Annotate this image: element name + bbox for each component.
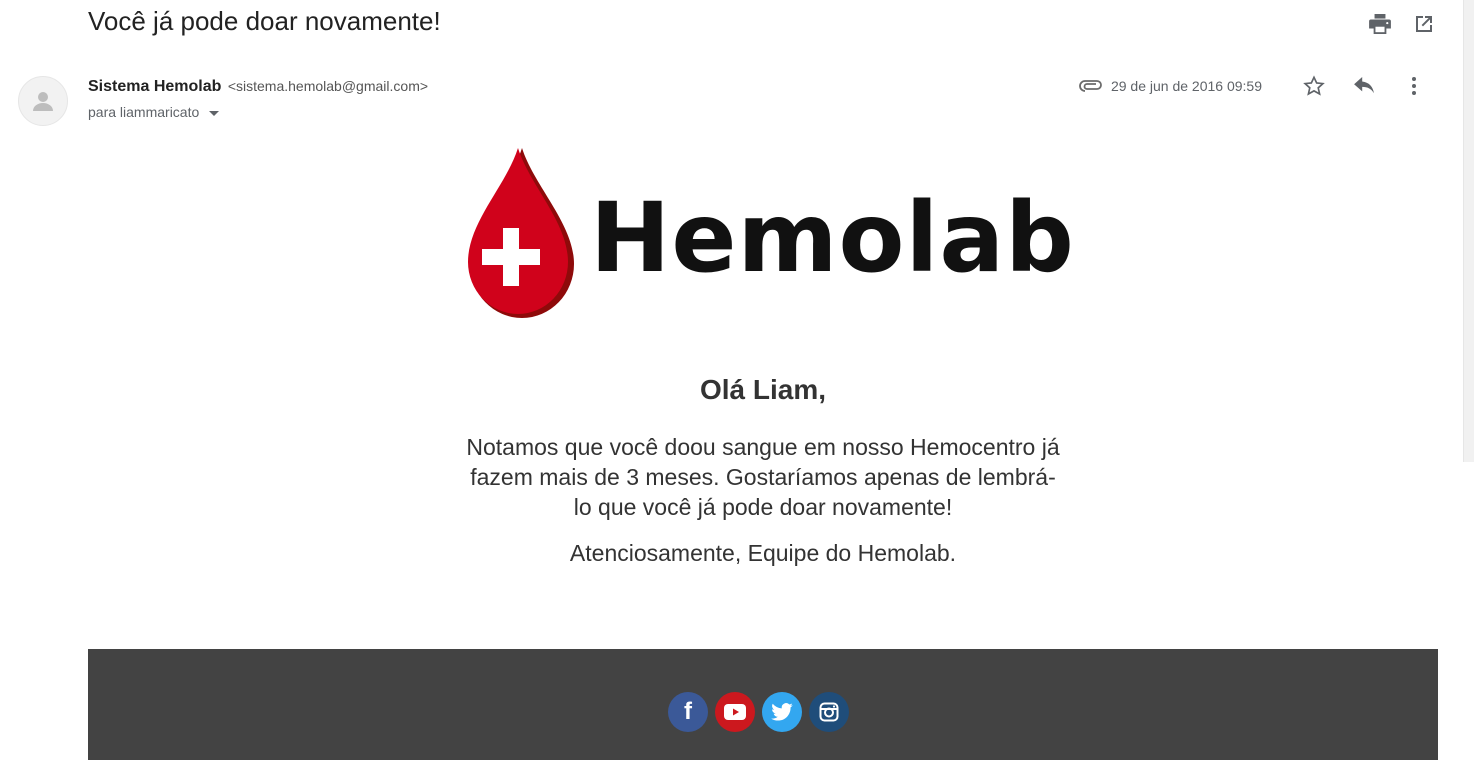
print-icon[interactable] <box>1368 12 1392 36</box>
instagram-glyph <box>819 702 839 722</box>
email-body: Olá Liam, Notamos que você doou sangue e… <box>462 374 1064 568</box>
youtube-icon[interactable] <box>715 692 755 732</box>
facebook-icon[interactable]: f <box>668 692 708 732</box>
message-text: Notamos que você doou sangue em nosso He… <box>466 434 1060 520</box>
facebook-glyph: f <box>684 698 692 725</box>
sender-info: Sistema Hemolab <sistema.hemolab@gmail.c… <box>88 78 428 96</box>
recipient-label: para liammaricato <box>88 104 200 120</box>
email-subject: Você já pode doar novamente! <box>88 6 441 36</box>
hemolab-logo: Hemolab <box>466 146 1074 322</box>
youtube-glyph <box>724 704 746 720</box>
scrollbar[interactable] <box>1463 0 1474 462</box>
message-meta: 29 de jun de 2016 09:59 <box>1079 74 1438 98</box>
instagram-icon[interactable] <box>809 692 849 732</box>
sender-name[interactable]: Sistema Hemolab <box>88 78 221 95</box>
more-options-icon[interactable] <box>1402 74 1426 98</box>
top-actions <box>1368 12 1436 36</box>
chevron-down-icon[interactable] <box>209 110 220 116</box>
person-icon <box>33 92 53 111</box>
message-date: 29 de jun de 2016 09:59 <box>1110 78 1262 94</box>
recipient-details[interactable]: para liammaricato <box>88 104 220 120</box>
social-links: f <box>668 692 849 732</box>
sender-email: <sistema.hemolab@gmail.com> <box>227 78 429 94</box>
blood-drop-icon <box>468 148 574 318</box>
reply-icon[interactable] <box>1352 74 1376 98</box>
greeting: Olá Liam, <box>699 374 827 405</box>
open-in-new-window-icon[interactable] <box>1412 12 1436 36</box>
logo-wordmark: Hemolab <box>590 182 1075 294</box>
twitter-glyph <box>771 703 793 721</box>
attachment-icon <box>1079 80 1103 92</box>
star-icon[interactable] <box>1302 74 1326 98</box>
avatar <box>18 76 68 126</box>
signoff: Atenciosamente, Equipe do Hemolab. <box>569 540 957 566</box>
twitter-icon[interactable] <box>762 692 802 732</box>
